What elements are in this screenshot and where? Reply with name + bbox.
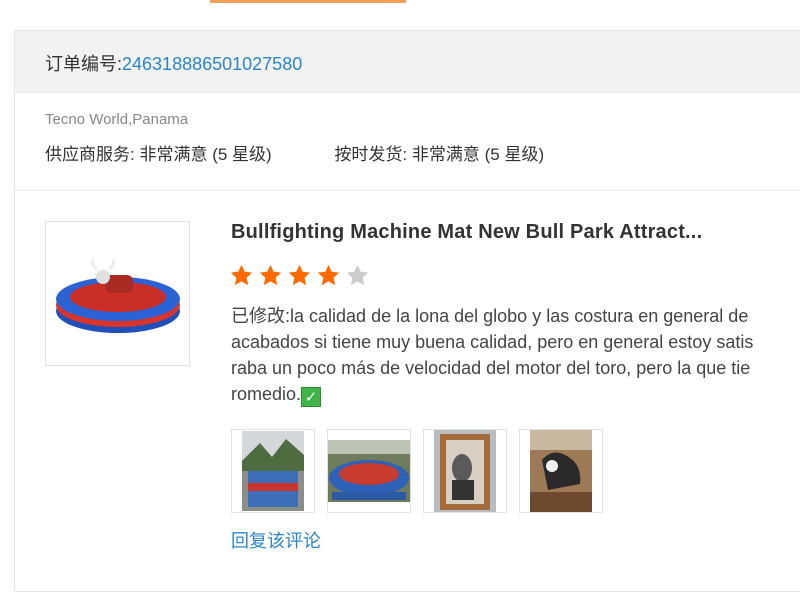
service-stars: (5 星级) <box>212 145 272 164</box>
service-value: 非常满意 <box>139 145 208 164</box>
review-comment: 已修改:la calidad de la lona del globo y la… <box>231 303 800 407</box>
shipping-label: 按时发货: <box>334 145 408 164</box>
product-title[interactable]: Bullfighting Machine Mat New Bull Park A… <box>231 221 702 244</box>
reply-to-review-link[interactable]: 回复该评论 <box>231 527 321 553</box>
review-photo[interactable] <box>519 429 603 513</box>
comment-line: romedio. <box>231 384 302 404</box>
order-header: 订单编号:2463188865010275​80 <box>15 31 800 93</box>
star-icon <box>230 264 253 286</box>
order-number-link[interactable]: 2463188865010275​80 <box>122 54 302 74</box>
star-icon <box>259 264 282 286</box>
shipping-value: 非常满意 <box>411 145 480 164</box>
review-photo[interactable] <box>327 429 411 513</box>
star-icon <box>317 264 340 286</box>
review-photo[interactable] <box>231 429 315 513</box>
active-tab-indicator <box>210 0 406 3</box>
review-rating <box>229 263 370 288</box>
service-label: 供应商服务: <box>45 145 135 164</box>
star-empty-icon <box>346 264 369 286</box>
supplier-name: Tecno World,Panama <box>45 111 189 128</box>
check-mark-icon: ✓ <box>301 387 322 407</box>
comment-line: acabados si tiene muy buena calidad, per… <box>231 332 754 352</box>
review-photo[interactable] <box>423 429 507 513</box>
comment-line: raba un poco más de velocidad del motor … <box>231 358 751 378</box>
supplier-section: Tecno World,Panama 供应商服务: 非常满意 (5 星级) 按时… <box>15 93 800 191</box>
shipping-stars: (5 星级) <box>484 145 545 164</box>
review-photos <box>231 429 603 513</box>
star-icon <box>288 264 311 286</box>
supplier-ratings: 供应商服务: 非常满意 (5 星级) 按时发货: 非常满意 (5 星级) <box>45 140 800 165</box>
review-item: Bullfighting Machine Mat New Bull Park A… <box>15 191 800 591</box>
order-review-card: 订单编号:2463188865010275​80 Tecno World,Pan… <box>14 30 800 592</box>
modified-label: 已修改: <box>231 306 291 326</box>
product-thumbnail[interactable] <box>45 221 190 366</box>
order-number-label: 订单编号: <box>45 54 123 74</box>
comment-line: la calidad de la lona del globo y las co… <box>290 306 749 326</box>
